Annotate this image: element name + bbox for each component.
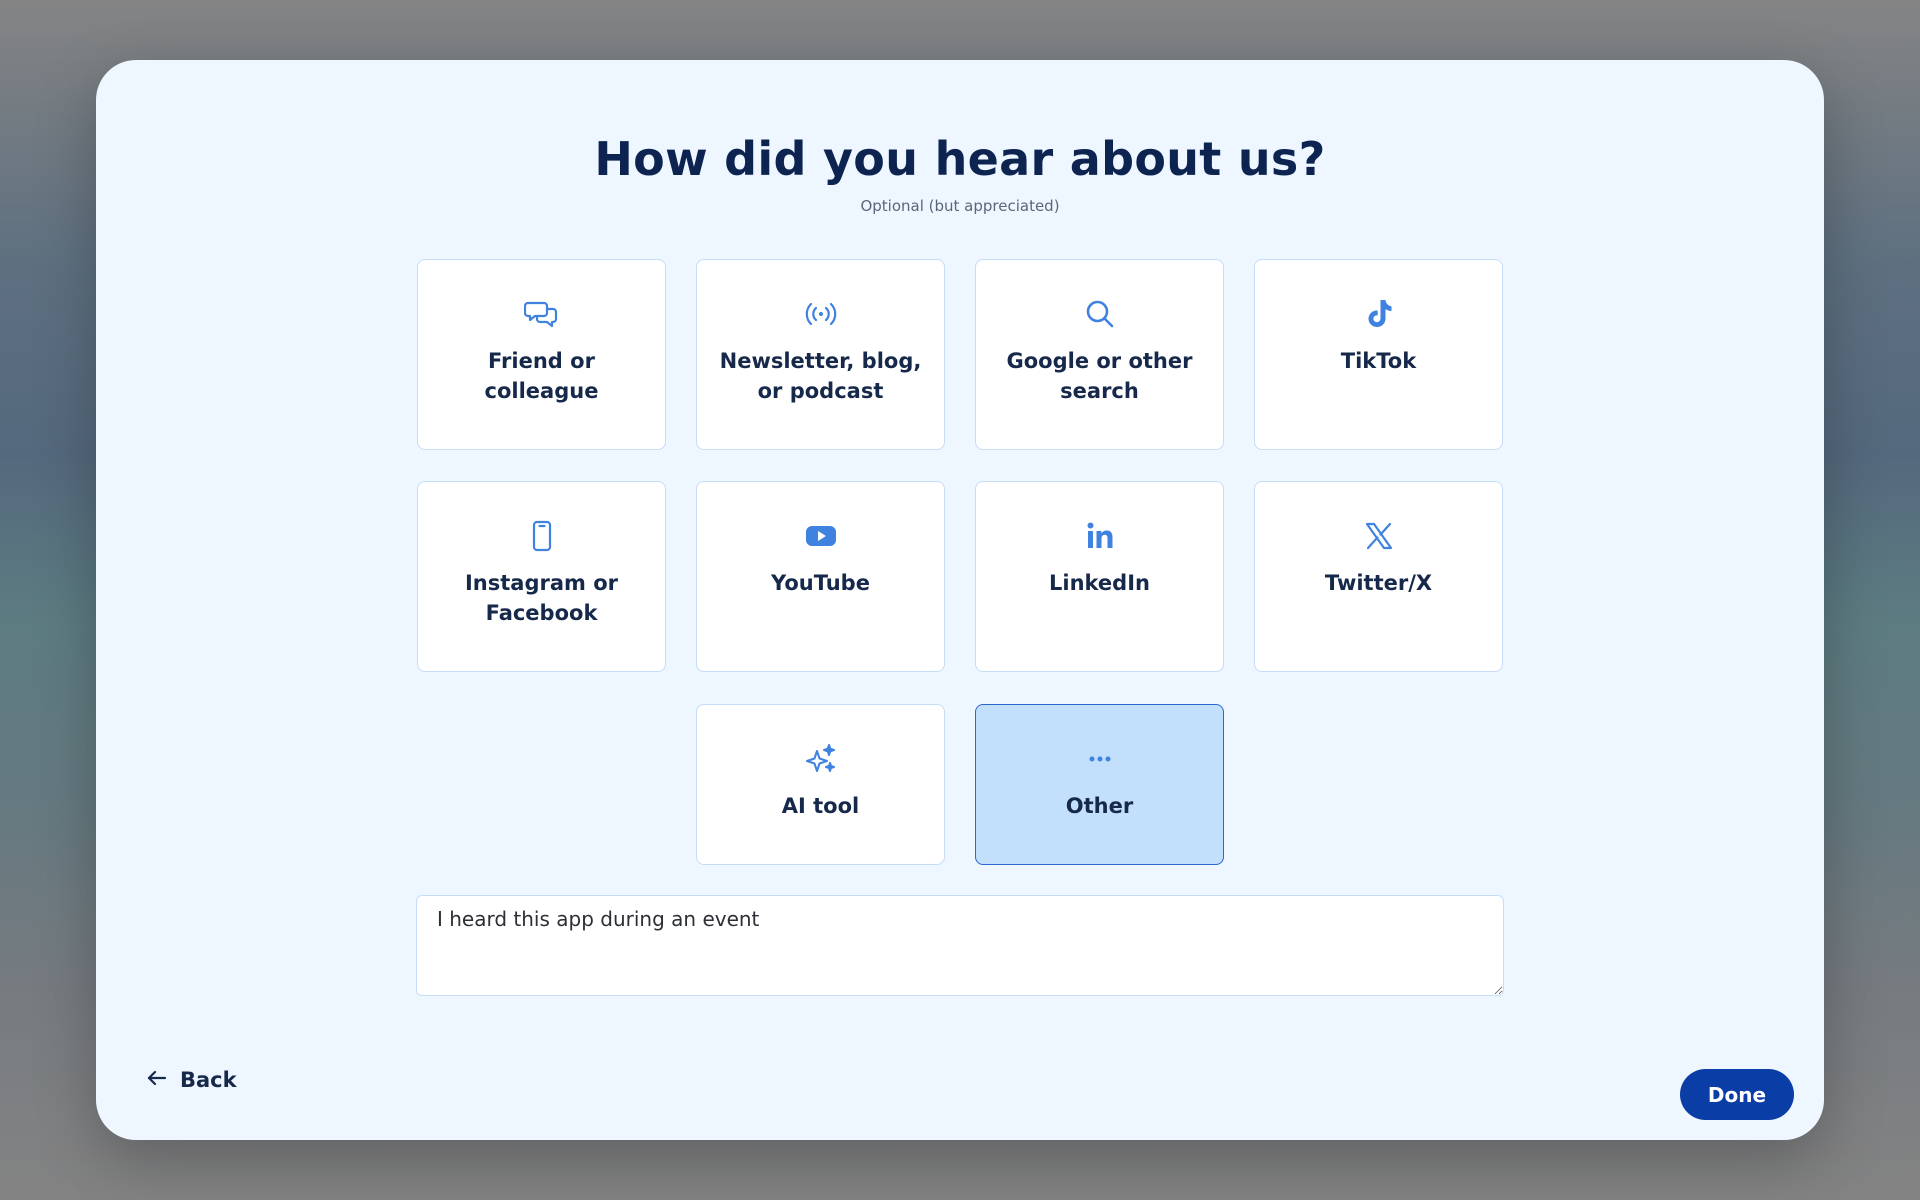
option-youtube[interactable]: YouTube	[696, 481, 945, 672]
option-instagram-or-facebook[interactable]: Instagram or Facebook	[417, 481, 666, 672]
page-title: How did you hear about us?	[594, 132, 1326, 186]
other-source-input[interactable]: I heard this app during an event	[416, 895, 1504, 996]
option-ai-tool[interactable]: AI tool	[696, 704, 945, 865]
option-label: TikTok	[1340, 349, 1417, 373]
option-label: Newsletter, blog, or podcast	[719, 349, 922, 403]
onboarding-dialog: How did you hear about us? Optional (but…	[96, 60, 1824, 1140]
option-google-or-other-search[interactable]: Google or other search	[975, 259, 1224, 450]
back-label: Back	[180, 1068, 237, 1092]
broadcast-icon	[697, 296, 944, 332]
search-icon	[976, 296, 1223, 332]
sparkles-icon	[697, 741, 944, 777]
x-icon	[1255, 518, 1502, 554]
phone-icon	[418, 518, 665, 554]
option-linkedin[interactable]: LinkedIn	[975, 481, 1224, 672]
arrow-left-icon	[146, 1067, 168, 1093]
done-button[interactable]: Done	[1680, 1069, 1794, 1120]
option-label: Twitter/X	[1324, 571, 1433, 595]
option-label: Other	[1065, 794, 1134, 818]
more-icon	[976, 741, 1223, 777]
option-friend-or-colleague[interactable]: Friend or colleague	[417, 259, 666, 450]
youtube-icon	[697, 518, 944, 554]
option-twitter-x[interactable]: Twitter/X	[1254, 481, 1503, 672]
option-tiktok[interactable]: TikTok	[1254, 259, 1503, 450]
page-subtitle: Optional (but appreciated)	[860, 197, 1060, 215]
linkedin-icon	[976, 518, 1223, 554]
option-newsletter-blog-podcast[interactable]: Newsletter, blog, or podcast	[696, 259, 945, 450]
option-other[interactable]: Other	[975, 704, 1224, 865]
option-label: LinkedIn	[1049, 571, 1150, 595]
option-label: Friend or colleague	[484, 349, 599, 403]
option-label: Google or other search	[1006, 349, 1193, 403]
back-button[interactable]: Back	[146, 1067, 237, 1093]
option-label: Instagram or Facebook	[464, 571, 618, 625]
chat-bubbles-icon	[418, 296, 665, 332]
option-label: AI tool	[781, 794, 860, 818]
tiktok-icon	[1255, 296, 1502, 332]
option-label: YouTube	[771, 571, 870, 595]
